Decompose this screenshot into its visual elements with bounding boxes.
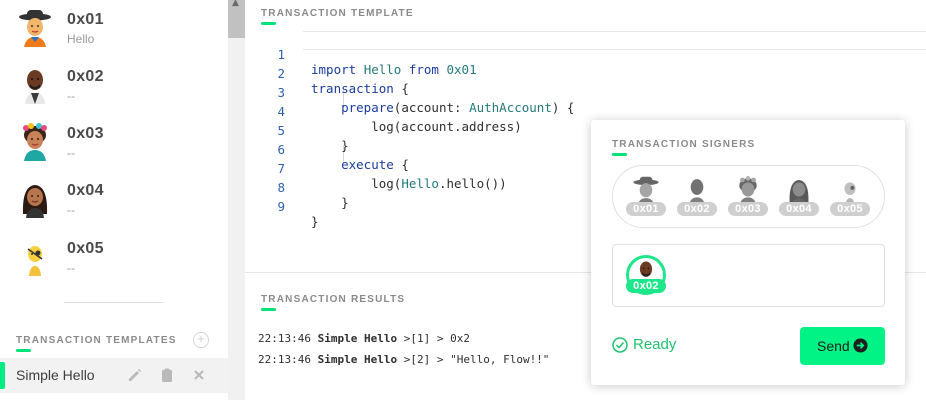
- signer-pool: 0x01 0x02 0x03 0x04 0x05: [612, 165, 885, 228]
- log-name: Simple Hello: [317, 353, 398, 366]
- account-address: 0x03: [67, 125, 104, 142]
- status-label: Ready: [633, 336, 677, 353]
- account-address: 0x05: [67, 240, 104, 257]
- log-index: >[2] >: [403, 353, 444, 366]
- signer-option-0x01[interactable]: 0x01: [626, 176, 666, 218]
- signer-option-0x02[interactable]: 0x02: [677, 176, 717, 218]
- account-item-0x02[interactable]: 0x02 --: [0, 57, 228, 113]
- send-label: Send: [817, 338, 850, 354]
- signer-chip: 0x02: [626, 279, 666, 293]
- account-item-0x05[interactable]: 0x05 --: [0, 229, 228, 285]
- account-contract: Hello: [67, 32, 95, 46]
- log-value: 0x2: [450, 332, 470, 345]
- account-item-0x04[interactable]: 0x04 --: [0, 171, 228, 227]
- heading-underline: [612, 153, 627, 156]
- code-text: }: [311, 214, 319, 229]
- log-time: 22:13:46: [258, 353, 311, 366]
- log-entry: 22:13:46 Simple Hello >[1] > 0x2: [258, 332, 470, 345]
- close-icon[interactable]: [190, 366, 208, 384]
- clipboard-icon[interactable]: [158, 366, 176, 384]
- template-label: Simple Hello: [16, 367, 95, 383]
- account-address: 0x02: [67, 68, 104, 85]
- send-button[interactable]: Send: [800, 327, 885, 365]
- active-indicator: [0, 362, 5, 389]
- sidebar-divider: [64, 302, 163, 303]
- signer-chip: 0x05: [830, 202, 870, 216]
- template-heading: TRANSACTION TEMPLATE: [261, 8, 414, 19]
- scroll-up-icon[interactable]: ▲: [232, 0, 239, 8]
- signer-chip: 0x02: [677, 202, 717, 216]
- log-entry: 22:13:46 Simple Hello >[2] > "Hello, Flo…: [258, 353, 549, 366]
- selected-signers-dropzone[interactable]: 0x02: [612, 244, 885, 307]
- account-contract: --: [67, 146, 75, 160]
- avatar-flower-woman-icon: [23, 123, 47, 161]
- results-heading: TRANSACTION RESULTS: [261, 294, 406, 305]
- signer-chip: 0x03: [728, 202, 768, 216]
- account-address: 0x04: [67, 182, 104, 199]
- arrow-circle-right-icon: [853, 338, 868, 353]
- code-line: 2 transaction {: [245, 51, 926, 96]
- heading-underline: [261, 22, 276, 25]
- line-number: 9: [277, 199, 285, 214]
- signer-option-0x04[interactable]: 0x04: [779, 176, 819, 218]
- signer-chip: 0x04: [779, 202, 819, 216]
- account-item-0x03[interactable]: 0x03 --: [0, 114, 228, 170]
- signers-heading: TRANSACTION SIGNERS: [612, 139, 756, 150]
- account-address: 0x01: [67, 11, 104, 28]
- log-name: Simple Hello: [317, 332, 398, 345]
- selected-signer-0x02[interactable]: 0x02: [625, 255, 667, 297]
- heading-underline: [16, 349, 31, 352]
- signer-option-0x05[interactable]: 0x05: [830, 176, 870, 218]
- avatar-long-hair-woman-icon: [22, 185, 48, 218]
- templates-heading: TRANSACTION TEMPLATES: [16, 335, 177, 346]
- plus-circle-icon[interactable]: +: [193, 332, 209, 348]
- check-circle-icon: [612, 337, 628, 353]
- account-contract: --: [67, 203, 75, 217]
- heading-underline: [261, 308, 276, 311]
- account-item-0x01[interactable]: 0x01 Hello: [0, 0, 228, 56]
- avatar-hat-woman-icon: [19, 10, 51, 47]
- template-item-simple-hello[interactable]: Simple Hello: [0, 358, 228, 393]
- account-contract: --: [67, 89, 75, 103]
- log-time: 22:13:46: [258, 332, 311, 345]
- accounts-sidebar: 0x01 Hello 0x02 -- 0x03 -- 0x04 -- 0x05 …: [0, 0, 228, 400]
- log-value: "Hello, Flow!!": [450, 353, 550, 366]
- account-contract: --: [67, 261, 75, 275]
- code-line: 1 import Hello from 0x01: [245, 32, 926, 77]
- code-line: 3 prepare(account: AuthAccount) {: [245, 70, 926, 115]
- sidebar-scrollbar[interactable]: ▲: [228, 0, 245, 400]
- code-line: 4 log(account.address): [245, 89, 926, 134]
- pencil-icon[interactable]: [126, 366, 144, 384]
- avatar-eyepatch-icon: [27, 246, 43, 276]
- avatar-bald-man-icon: [25, 70, 45, 104]
- signer-chip: 0x01: [626, 202, 666, 216]
- log-index: >[1] >: [403, 332, 444, 345]
- transaction-signers-panel: TRANSACTION SIGNERS 0x01 0x02 0x03 0x04 …: [591, 120, 905, 385]
- signer-option-0x03[interactable]: 0x03: [728, 176, 768, 218]
